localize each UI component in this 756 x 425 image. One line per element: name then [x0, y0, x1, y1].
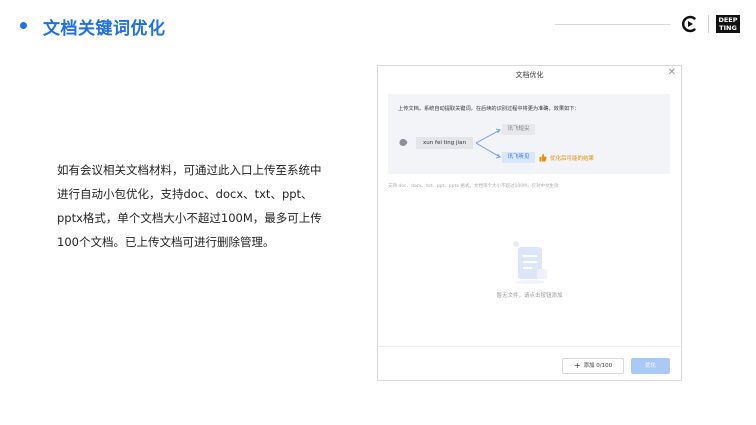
- feature-description: 如有会议相关文档材料，可通过此入口上传至系统中 进行自动小包优化，支持doc、d…: [57, 158, 347, 254]
- description-line: 100个文档。已上传文档可进行删除管理。: [57, 235, 275, 249]
- optimize-button[interactable]: 优化: [631, 358, 670, 374]
- optimized-result-note: 优化后可能的结果: [550, 156, 595, 162]
- add-file-label: 添加 0/100: [583, 363, 613, 369]
- empty-document-icon: [513, 241, 547, 284]
- document-optimize-dialog: 文档优化 ✕ 上传文档，系统自动提取关键词，在后续的识别过程中将更为准确，效果如…: [377, 65, 682, 381]
- brand-c-icon: [682, 15, 696, 33]
- info-text: 上传文档，系统自动提取关键词，在后续的识别过程中将更为准确，效果如下：: [398, 106, 580, 112]
- close-icon[interactable]: ✕: [668, 67, 676, 78]
- description-line: 进行自动小包优化，支持doc、docx、txt、ppt、: [57, 187, 313, 201]
- description-line: 如有会议相关文档材料，可通过此入口上传至系统中: [57, 163, 322, 177]
- supported-formats-note: 支持 doc、docx、txt、ppt、pptx 格式，文档单个大小不超过100…: [388, 184, 559, 189]
- pinyin-chip: xun fei ting jian: [416, 137, 473, 149]
- candidate-chip-wrong: 讯飞短尖: [502, 124, 535, 135]
- page-title: 文档关键词优化: [43, 19, 166, 39]
- add-file-button[interactable]: + 添加 0/100: [562, 358, 624, 374]
- brand-separator: [708, 15, 709, 33]
- description-line: pptx格式，单个文档大小不超过100M，最多可上传: [57, 211, 322, 225]
- branch-arrows: [475, 128, 501, 159]
- empty-state-text: 暂无文件，请点击按钮添加: [496, 293, 563, 299]
- thumbs-up-icon: [539, 153, 547, 162]
- title-divider: [555, 24, 670, 25]
- dialog-footer-divider: [378, 346, 681, 347]
- candidate-chip-correct: 讯飞听见: [502, 152, 535, 163]
- deepting-logo: DEEP TING: [716, 15, 740, 33]
- title-bullet-dot: [20, 22, 27, 29]
- dialog-title: 文档优化: [515, 71, 544, 79]
- example-info-box: 上传文档，系统自动提取关键词，在后续的识别过程中将更为准确，效果如下： xun …: [388, 94, 670, 174]
- speaker-icon: [399, 138, 408, 147]
- plus-icon: +: [573, 361, 581, 370]
